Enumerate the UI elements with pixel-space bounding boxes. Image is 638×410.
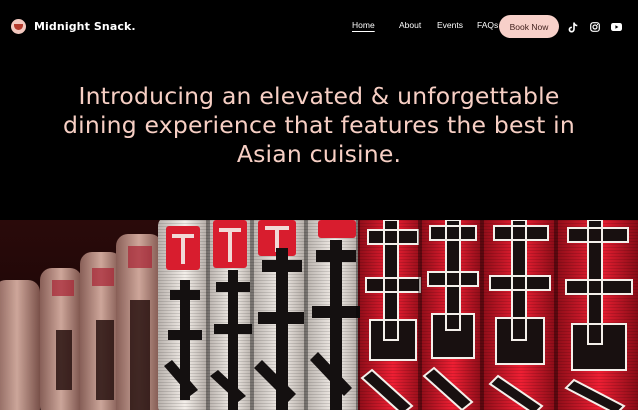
logo[interactable]: Midnight Snack. (11, 19, 136, 34)
book-now-button[interactable]: Book Now (499, 15, 559, 38)
bowl-logo-icon (11, 19, 26, 34)
instagram-icon[interactable] (589, 21, 601, 33)
nav-events[interactable]: Events (437, 20, 477, 30)
paper-lanterns-image (0, 220, 638, 410)
brand-name: Midnight Snack. (34, 20, 136, 33)
tiktok-icon[interactable] (567, 21, 579, 33)
youtube-icon[interactable] (610, 21, 622, 33)
hero-headline: Introducing an elevated & unforgettable … (63, 82, 575, 168)
site-header: Midnight Snack. Home About Events FAQs B… (0, 0, 638, 54)
nav-home[interactable]: Home (352, 20, 399, 30)
main-nav: Home About Events FAQs (352, 20, 507, 30)
hero-section: Introducing an elevated & unforgettable … (0, 82, 638, 169)
nav-about[interactable]: About (399, 20, 437, 30)
lantern-banner (0, 220, 638, 410)
